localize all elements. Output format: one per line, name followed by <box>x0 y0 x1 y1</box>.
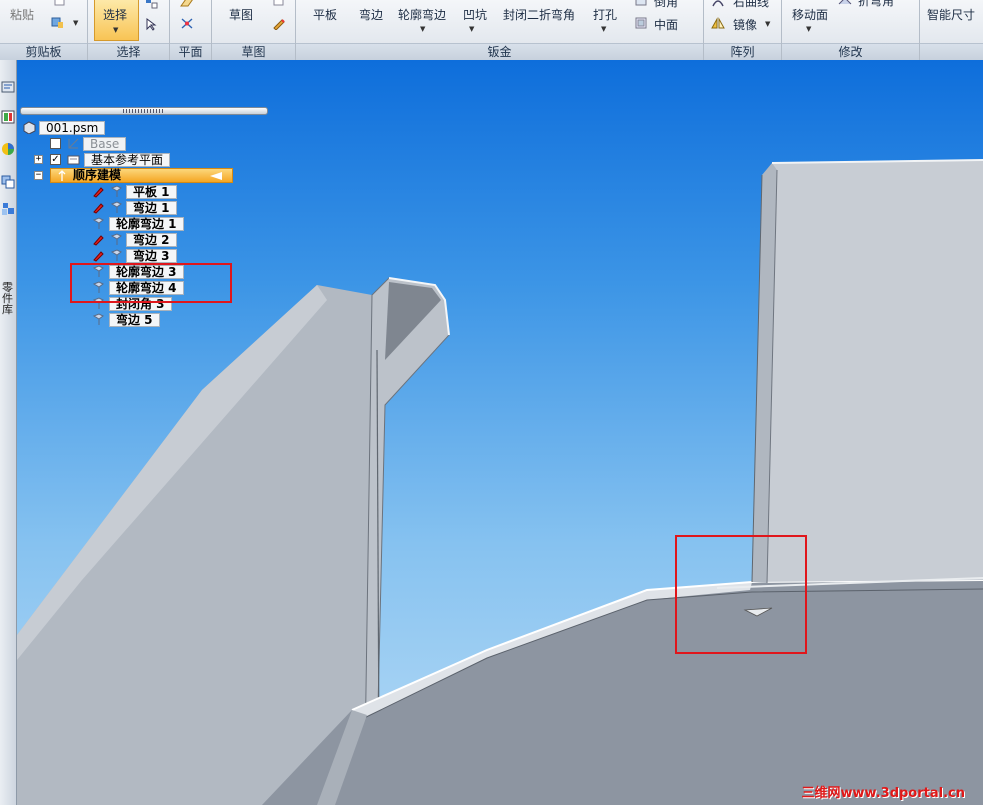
tree-item-label: Base <box>83 137 127 151</box>
move-face-button[interactable]: 移动面 <box>792 8 828 22</box>
group-label: 选择 <box>88 43 169 60</box>
chevron-down-icon[interactable]: ▼ <box>113 26 118 34</box>
cursor-filter-icon[interactable] <box>145 18 159 31</box>
color-manager-icon[interactable] <box>1 142 15 156</box>
parts-library-tab[interactable]: 零件库 <box>2 282 14 315</box>
expand-icon[interactable]: + <box>34 155 43 164</box>
sequential-modeling-label: 顺序建模 <box>73 168 122 182</box>
parts-library-icon[interactable] <box>1 202 15 216</box>
sheetmetal-group: 平板 弯边 轮廓弯边 ▼ 凹坑 ▼ 封闭二折弯角 打孔 ▼ 倒角 中面 钣金 <box>296 0 704 60</box>
flange-icon <box>92 313 104 325</box>
tree-item-label: 轮廓弯边 1 <box>109 217 184 231</box>
group-label <box>920 43 983 60</box>
group-label: 修改 <box>782 43 919 60</box>
edit-pencil-icon[interactable] <box>92 185 105 198</box>
clipboard-group: 粘贴 ▼ 剪贴板 <box>0 0 88 60</box>
edit-pencil-icon[interactable] <box>92 201 105 214</box>
chamfer-icon[interactable] <box>634 0 648 9</box>
collapse-icon[interactable]: − <box>34 171 43 180</box>
contour-flange-icon <box>92 217 104 229</box>
mirror-button[interactable]: 镜像 <box>733 18 757 32</box>
group-label: 钣金 <box>296 43 703 60</box>
flange-icon <box>110 201 122 213</box>
tree-item-label: 弯边 2 <box>126 233 177 247</box>
plane-group: 平面 <box>170 0 212 60</box>
array-group: 右曲线 镜像 ▼ 阵列 <box>704 0 782 60</box>
tab-button[interactable]: 平板 <box>313 8 337 22</box>
select-group: 选择 ▼ 选择 <box>88 0 170 60</box>
tab-icon <box>110 185 122 197</box>
paste-button[interactable]: 粘贴 <box>10 8 34 22</box>
mid-surface-icon[interactable] <box>634 17 648 30</box>
bend-angle-icon[interactable] <box>838 0 852 8</box>
close-2-bend-corner-button[interactable]: 封闭二折弯角 <box>503 8 575 22</box>
tree-item-label: 基本参考平面 <box>84 153 171 167</box>
select-mode-icon[interactable] <box>145 0 159 10</box>
ref-planes-visibility-checkbox[interactable]: ✓ <box>50 154 61 165</box>
ribbon: 粘贴 ▼ 剪贴板 选择 ▼ 选择 平面 草图 草图 平板 弯边 轮廓弯边 ▼ 凹… <box>0 0 983 60</box>
tree-root-label: 001.psm <box>39 121 106 135</box>
sketch-grid-icon[interactable] <box>272 0 286 9</box>
flange-button[interactable]: 弯边 <box>359 8 383 22</box>
docking-tab-strip: 零件库 <box>0 60 17 805</box>
pathfinder-splitter[interactable] <box>20 107 268 115</box>
edit-pencil-icon[interactable] <box>92 233 105 246</box>
chevron-down-icon[interactable]: ▼ <box>73 19 78 27</box>
chamfer-button[interactable]: 倒角 <box>654 0 678 9</box>
flange-icon <box>110 233 122 245</box>
site-watermark: 三维网www.3dportal.cn <box>801 786 965 801</box>
coordinate-system-icon[interactable] <box>180 17 194 30</box>
highlight-box-model <box>675 535 807 654</box>
curve-icon[interactable] <box>711 0 725 9</box>
chevron-down-icon[interactable]: ▼ <box>765 20 770 28</box>
format-painter-icon[interactable] <box>50 16 64 29</box>
curve-button[interactable]: 右曲线 <box>733 0 769 9</box>
plane-icon <box>67 155 80 165</box>
contour-flange-button[interactable]: 轮廓弯边 <box>398 8 446 22</box>
chevron-down-icon[interactable]: ▼ <box>806 25 811 33</box>
flange-icon <box>110 249 122 261</box>
feature-library-icon[interactable] <box>1 175 15 189</box>
layers-icon[interactable] <box>1 110 15 124</box>
tree-item-label: 弯边 3 <box>126 249 177 263</box>
select-label: 选择 <box>103 8 128 22</box>
plane-icon[interactable] <box>180 0 194 9</box>
edit-pencil-icon[interactable] <box>92 249 105 262</box>
mirror-icon[interactable] <box>711 17 725 30</box>
part-document-icon <box>23 121 36 134</box>
dimple-button[interactable]: 凹坑 <box>463 8 487 22</box>
group-label: 阵列 <box>704 43 781 60</box>
group-label: 剪贴板 <box>0 43 87 60</box>
punch-button[interactable]: 打孔 <box>593 8 617 22</box>
pathfinder-icon[interactable] <box>1 80 15 94</box>
coordinate-system-icon <box>68 138 79 149</box>
copy-icon[interactable] <box>53 0 67 10</box>
tree-item-label: 弯边 1 <box>126 201 177 215</box>
sketch-button[interactable]: 草图 <box>229 8 253 22</box>
smart-dimension-button[interactable]: 智能尺寸 <box>927 8 975 22</box>
modify-group: 移动面 ▼ 折弯角 修改 <box>782 0 920 60</box>
pencil-icon[interactable] <box>272 17 286 30</box>
bend-angle-button[interactable]: 折弯角 <box>858 0 894 8</box>
base-visibility-checkbox[interactable] <box>50 138 61 149</box>
mid-surface-button[interactable]: 中面 <box>654 18 678 32</box>
chevron-down-icon[interactable]: ▼ <box>469 25 474 33</box>
rollback-arrow-icon[interactable] <box>210 172 222 180</box>
tree-item-label: 弯边 5 <box>109 313 160 327</box>
dimension-group: 智能尺寸 <box>920 0 983 60</box>
chevron-down-icon[interactable]: ▼ <box>420 25 425 33</box>
sequential-modeling-icon <box>58 170 66 181</box>
group-label: 草图 <box>212 43 295 60</box>
group-label: 平面 <box>170 43 211 60</box>
tree-item-sequential-modeling[interactable]: 顺序建模 <box>50 168 233 183</box>
chevron-down-icon[interactable]: ▼ <box>601 25 606 33</box>
sketch-group: 草图 草图 <box>212 0 296 60</box>
tree-item-label: 平板 1 <box>126 185 177 199</box>
highlight-box-tree <box>70 263 232 303</box>
